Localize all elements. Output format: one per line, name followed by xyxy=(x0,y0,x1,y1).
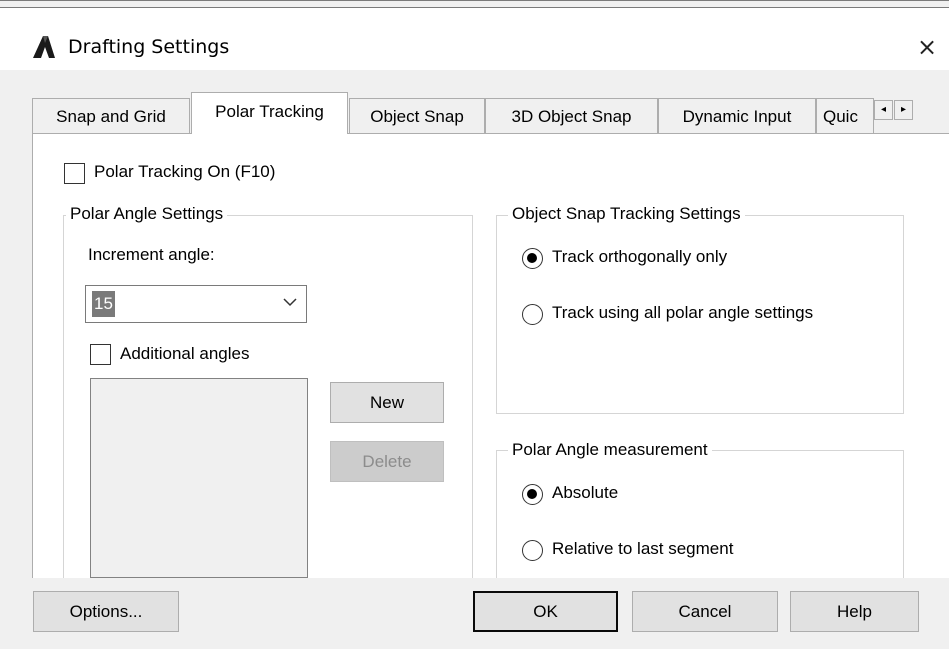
new-angle-button[interactable]: New xyxy=(330,382,444,423)
tab-polar-tracking[interactable]: Polar Tracking xyxy=(191,92,348,134)
object-snap-tracking-title: Object Snap Tracking Settings xyxy=(508,204,745,224)
track-polar-angles-label: Track using all polar angle settings xyxy=(552,303,814,322)
absolute-radio[interactable] xyxy=(522,484,543,505)
tab-quick-properties[interactable]: Quic xyxy=(816,98,874,133)
ok-button[interactable]: OK xyxy=(473,591,618,632)
delete-angle-button[interactable]: Delete xyxy=(330,441,444,482)
tab-scroll-right-icon[interactable]: ▸ xyxy=(894,100,913,120)
tab-3d-object-snap[interactable]: 3D Object Snap xyxy=(485,98,658,133)
tab-object-snap[interactable]: Object Snap xyxy=(349,98,485,133)
close-icon[interactable]: × xyxy=(912,30,942,64)
help-button[interactable]: Help xyxy=(790,591,919,632)
track-orthogonally-label: Track orthogonally only xyxy=(552,247,728,266)
polar-angle-measurement-title: Polar Angle measurement xyxy=(508,440,712,460)
absolute-label: Absolute xyxy=(552,483,619,502)
increment-angle-label: Increment angle: xyxy=(88,245,215,264)
relative-last-segment-radio[interactable] xyxy=(522,540,543,561)
title-bar[interactable]: Drafting Settings × xyxy=(0,8,949,70)
increment-angle-value: 15 xyxy=(92,291,115,317)
additional-angles-checkbox[interactable] xyxy=(90,344,111,365)
additional-angles-label: Additional angles xyxy=(120,344,250,363)
tab-dynamic-input[interactable]: Dynamic Input xyxy=(658,98,816,133)
increment-angle-dropdown[interactable]: 15 xyxy=(85,285,307,323)
track-polar-angles-radio[interactable] xyxy=(522,304,543,325)
tab-scroll-left-icon[interactable]: ◂ xyxy=(874,100,893,120)
polar-tracking-on-label: Polar Tracking On (F10) xyxy=(94,162,276,181)
relative-last-segment-label: Relative to last segment xyxy=(552,539,734,558)
polar-angle-measurement-group xyxy=(496,450,904,585)
drafting-settings-dialog: Drafting Settings × Snap and Grid Polar … xyxy=(0,0,949,649)
autocad-a-icon xyxy=(33,36,55,58)
dialog-title: Drafting Settings xyxy=(68,36,230,58)
polar-angle-settings-title: Polar Angle Settings xyxy=(66,204,228,224)
cancel-button[interactable]: Cancel xyxy=(632,591,778,632)
polar-tracking-on-checkbox[interactable] xyxy=(64,163,85,184)
tab-snap-and-grid[interactable]: Snap and Grid xyxy=(32,98,190,133)
options-button[interactable]: Options... xyxy=(33,591,179,632)
track-orthogonally-radio[interactable] xyxy=(522,248,543,269)
additional-angles-list[interactable] xyxy=(90,378,308,578)
chevron-down-icon xyxy=(283,298,297,307)
